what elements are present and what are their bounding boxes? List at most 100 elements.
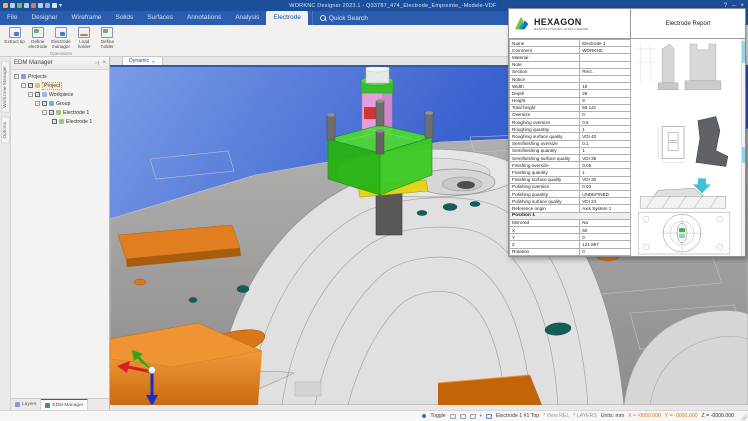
tree-item-workpiece[interactable]: − ✓ Workpiece xyxy=(12,90,108,99)
row-value: 0 xyxy=(580,234,631,241)
tab-surfaces[interactable]: Surfaces xyxy=(140,11,180,25)
tab-wireframe[interactable]: Wireframe xyxy=(65,11,109,25)
load-holder-button[interactable]: Load holder xyxy=(74,26,95,49)
tree-item-group[interactable]: − ✓ Group xyxy=(12,99,108,108)
close-icon[interactable]: × xyxy=(102,60,106,66)
tab-designer[interactable]: Designer xyxy=(24,11,64,25)
row-value: 1 xyxy=(580,169,631,176)
open-icon[interactable] xyxy=(17,3,22,8)
row-label: Notice xyxy=(510,75,580,82)
checkbox-checked[interactable]: ✓ xyxy=(52,119,57,124)
table-row: Finishing oversize0.05 xyxy=(510,162,631,169)
row-value: No xyxy=(580,219,631,226)
expander-icon[interactable]: − xyxy=(28,92,33,97)
search-icon xyxy=(320,15,326,21)
panel-title: EDM Manager xyxy=(14,60,91,66)
report-scrollbar[interactable] xyxy=(741,39,745,256)
layers-label[interactable]: * LAYERS xyxy=(573,413,597,419)
table-row: Finishing quantity1 xyxy=(510,169,631,176)
expander-icon[interactable]: − xyxy=(42,110,47,115)
view-mode-icon[interactable] xyxy=(470,414,476,419)
quick-access-toolbar[interactable]: ▾ xyxy=(3,2,62,9)
tree-label: Group xyxy=(56,101,70,107)
sidebar-tab-options[interactable]: Options xyxy=(1,117,10,144)
scrollbar-thumb[interactable] xyxy=(742,41,745,63)
active-view-label[interactable]: Electrode 1 #1 Top xyxy=(496,413,539,419)
row-value: Axis System 1 xyxy=(580,205,631,212)
tree-label: Workpiece xyxy=(49,92,73,98)
electrode-shank xyxy=(376,193,402,235)
pin-icon[interactable]: ⊣ xyxy=(94,60,99,67)
zoom-window-icon[interactable] xyxy=(460,414,466,419)
checkbox-checked[interactable]: ✓ xyxy=(28,83,33,88)
print-icon[interactable] xyxy=(38,3,43,8)
electrode-view-icon[interactable] xyxy=(486,414,492,419)
row-label: Finishing oversize xyxy=(510,162,580,169)
table-row: Reference originAxis System 1 xyxy=(510,205,631,212)
workpiece-icon xyxy=(42,92,47,97)
row-label: Comment xyxy=(510,47,580,54)
row-value: 19 xyxy=(580,83,631,90)
tree-item-electrode-1[interactable]: − ✓ Electrode 1 xyxy=(12,108,108,117)
toggle-icon[interactable] xyxy=(422,414,426,418)
scrollbar-thumb[interactable] xyxy=(742,147,745,163)
tree-item-projects[interactable]: − Projects xyxy=(12,72,108,81)
x-coordinate: X = -0000.000 xyxy=(628,413,661,419)
extract-tip-button[interactable]: Extract tip xyxy=(4,26,25,49)
checkbox-checked[interactable]: ✓ xyxy=(42,101,47,106)
table-row: Depth29 xyxy=(510,90,631,97)
tree-item-electrode-1-child[interactable]: ✓ Electrode 1 xyxy=(12,117,108,126)
undo-icon[interactable] xyxy=(24,3,29,8)
tab-file[interactable]: File xyxy=(0,11,24,25)
sidebar-tab-workzone-manager[interactable]: Workzone Manager xyxy=(1,61,10,113)
row-label: Roughing quantity xyxy=(510,126,580,133)
button-label: Electrode manager xyxy=(50,39,71,49)
row-label: Finishing quantity xyxy=(510,169,580,176)
chevron-down-icon[interactable]: ▾ xyxy=(152,59,154,64)
table-row: Semifinishing quantity1 xyxy=(510,147,631,154)
electrode-report-window[interactable]: HEXAGON MANUFACTURING INTELLIGENCE Elect… xyxy=(508,8,746,257)
toggle-label[interactable]: Toggle xyxy=(430,413,445,419)
row-value: 0.1 xyxy=(580,140,631,147)
tab-edm-manager[interactable]: EDM Manager xyxy=(41,399,88,410)
row-label: Y xyxy=(510,234,580,241)
zoom-fit-icon[interactable] xyxy=(450,414,456,419)
tree-label: Projects xyxy=(28,74,47,80)
tree-item-project[interactable]: − ✓ Project xyxy=(12,81,108,90)
tab-label: Layers xyxy=(22,402,36,407)
quick-search[interactable]: Quick Search xyxy=(312,11,375,25)
define-electrode-button[interactable]: Define electrode xyxy=(27,26,48,49)
row-label: Mirrored xyxy=(510,219,580,226)
row-label: Total height xyxy=(510,104,580,111)
customize-icon[interactable] xyxy=(52,3,57,8)
row-value xyxy=(580,75,631,82)
checkbox-checked[interactable]: ✓ xyxy=(35,92,40,97)
tab-layers[interactable]: Layers xyxy=(11,399,41,410)
tab-electrode[interactable]: Electrode xyxy=(266,11,307,25)
extract-tip-icon xyxy=(9,27,21,38)
expander-icon[interactable]: − xyxy=(35,101,40,106)
app-icon xyxy=(3,3,8,8)
tab-solids[interactable]: Solids xyxy=(108,11,140,25)
expander-icon[interactable]: − xyxy=(14,74,19,79)
resize-grip[interactable] xyxy=(740,413,747,420)
row-value: 1 xyxy=(580,126,631,133)
redo-icon[interactable] xyxy=(31,3,36,8)
table-row: Rotation0 xyxy=(510,248,631,255)
save-icon[interactable] xyxy=(10,3,15,8)
tab-analysis[interactable]: Analysis xyxy=(228,11,266,25)
row-label: Z xyxy=(510,241,580,248)
view-options-caret-icon[interactable]: ▾ xyxy=(480,413,482,419)
button-label: Extract tip xyxy=(4,39,24,44)
panel-header: EDM Manager ⊣ × xyxy=(11,57,109,70)
report-preview-column xyxy=(631,39,745,256)
table-row: Semifinishing oversize0.1 xyxy=(510,140,631,147)
tab-annotations[interactable]: Annotations xyxy=(180,11,228,25)
electrode-manager-button[interactable]: Electrode manager xyxy=(50,26,71,49)
define-holder-button[interactable]: Define holder xyxy=(97,26,118,49)
view-tab-dynamic[interactable]: Dynamic ▾ xyxy=(122,56,163,65)
settings-icon[interactable] xyxy=(45,3,50,8)
expander-icon[interactable]: − xyxy=(21,83,26,88)
checkbox-checked[interactable]: ✓ xyxy=(49,110,54,115)
button-label: Define electrode xyxy=(27,39,48,49)
